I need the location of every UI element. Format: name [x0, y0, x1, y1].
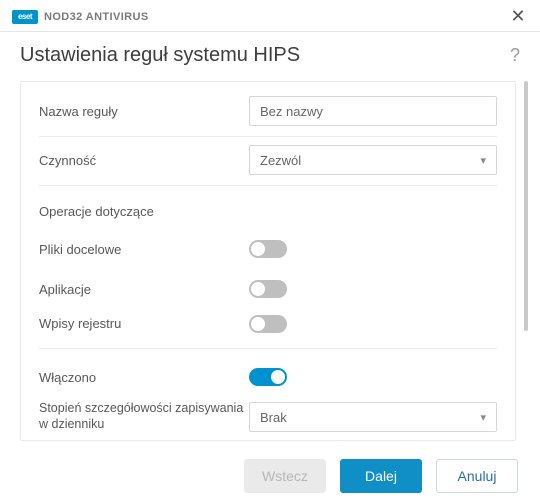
- action-value: Zezwól: [260, 153, 301, 168]
- applications-label: Aplikacje: [39, 282, 249, 297]
- dialog-footer: Wstecz Dalej Anuluj: [0, 441, 540, 493]
- settings-panel: Nazwa reguły Czynność Zezwól ▾ Operacje …: [20, 81, 516, 441]
- cancel-button[interactable]: Anuluj: [436, 459, 518, 493]
- action-label: Czynność: [39, 153, 249, 168]
- dialog-header: Ustawienia reguł systemu HIPS ?: [0, 32, 540, 81]
- next-button[interactable]: Dalej: [340, 459, 422, 493]
- target-files-toggle[interactable]: [249, 240, 287, 258]
- enabled-label: Włączono: [39, 370, 249, 385]
- log-level-select[interactable]: Brak ▾: [249, 402, 497, 432]
- row-target-files: Pliki docelowe: [39, 229, 497, 269]
- row-log-level: Stopień szczegółowości zapisywania w dzi…: [39, 397, 497, 437]
- rule-name-input[interactable]: [249, 96, 497, 126]
- row-action: Czynność Zezwól ▾: [39, 145, 497, 186]
- row-notify: Powiadom użytkownika: [39, 437, 497, 441]
- row-applications: Aplikacje: [39, 269, 497, 309]
- registry-label: Wpisy rejestru: [39, 316, 249, 331]
- product-name: NOD32 ANTIVIRUS: [44, 11, 149, 23]
- rule-name-label: Nazwa reguły: [39, 104, 249, 119]
- chevron-down-icon: ▾: [480, 411, 486, 424]
- enabled-toggle[interactable]: [249, 368, 287, 386]
- target-files-label: Pliki docelowe: [39, 242, 249, 257]
- scrollbar-thumb[interactable]: [524, 81, 528, 331]
- row-enabled: Włączono: [39, 357, 497, 397]
- close-icon[interactable]: ✕: [508, 6, 528, 27]
- help-icon[interactable]: ?: [510, 45, 520, 66]
- brand: eset NOD32 ANTIVIRUS: [12, 10, 149, 24]
- action-select[interactable]: Zezwól ▾: [249, 145, 497, 175]
- chevron-down-icon: ▾: [480, 154, 486, 167]
- registry-toggle[interactable]: [249, 315, 287, 333]
- log-level-value: Brak: [260, 410, 287, 425]
- scrollbar[interactable]: [522, 81, 530, 441]
- page-title: Ustawienia reguł systemu HIPS: [20, 44, 300, 67]
- eset-logo: eset: [12, 10, 38, 24]
- titlebar: eset NOD32 ANTIVIRUS ✕: [0, 0, 540, 32]
- back-button: Wstecz: [244, 459, 326, 493]
- row-rule-name: Nazwa reguły: [39, 96, 497, 137]
- applications-toggle[interactable]: [249, 280, 287, 298]
- log-level-label: Stopień szczegółowości zapisywania w dzi…: [39, 397, 249, 436]
- operations-heading: Operacje dotyczące: [39, 204, 497, 219]
- row-registry: Wpisy rejestru: [39, 309, 497, 349]
